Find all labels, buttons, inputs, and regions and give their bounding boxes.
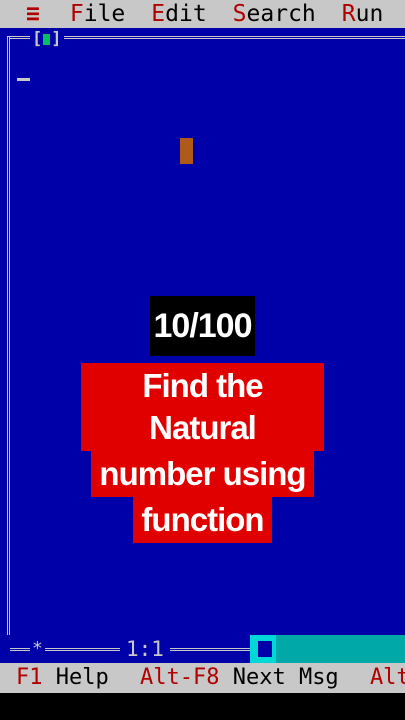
progress-counter: 10/100 [150,296,255,356]
modified-indicator: * [30,638,45,659]
system-menu-icon[interactable]: ≡ [26,1,40,27]
menu-edit[interactable]: Edit [151,1,206,27]
overlay-title: Find the Natural number using function [81,363,324,543]
bottom-margin [0,693,405,720]
close-icon [43,33,51,45]
menu-run-hotkey: R [341,1,356,27]
fkey-alt-key: Alt [369,665,405,690]
fkey-help-label: Help [55,665,109,690]
fkey-help[interactable]: F1 Help [16,665,109,690]
menu-run[interactable]: Run [342,1,384,27]
window-status-row: * 1:1 [0,635,405,663]
menu-edit-label: dit [165,1,207,27]
fkey-alt[interactable]: Alt [370,665,405,690]
function-key-bar: F1 Help Alt-F8 Next Msg Alt [0,663,405,693]
fkey-next-msg-key: Alt-F8 [139,665,220,690]
window-close-button[interactable]: [] [30,30,64,48]
menu-edit-hotkey: E [151,1,166,27]
scrollbar-thumb[interactable] [258,641,272,657]
overlay-title-line-2: number using [91,451,314,497]
fkey-next-msg-label: Next Msg [232,665,339,690]
menu-search-label: earch [246,1,316,27]
overlay-title-line-3: function [133,497,272,543]
cursor-position: 1:1 [120,638,170,660]
window-frame-top [7,36,405,45]
menu-run-label: un [355,1,384,27]
menu-search-hotkey: S [232,1,247,27]
window-frame-left [7,36,16,636]
menu-file-label: ile [83,1,126,27]
text-cursor [17,78,30,81]
menu-search[interactable]: Search [233,1,316,27]
menu-file-hotkey: F [69,1,84,27]
menu-bar: ≡ File Edit Search Run [0,0,405,28]
overlay-title-line-1: Find the Natural [81,363,324,451]
fkey-next-msg[interactable]: Alt-F8 Next Msg [140,665,339,690]
mouse-block-cursor [180,138,193,164]
menu-file[interactable]: File [70,1,125,27]
close-bracket-right: ] [51,29,62,49]
close-bracket-left: [ [32,29,43,49]
fkey-help-key: F1 [16,665,43,690]
